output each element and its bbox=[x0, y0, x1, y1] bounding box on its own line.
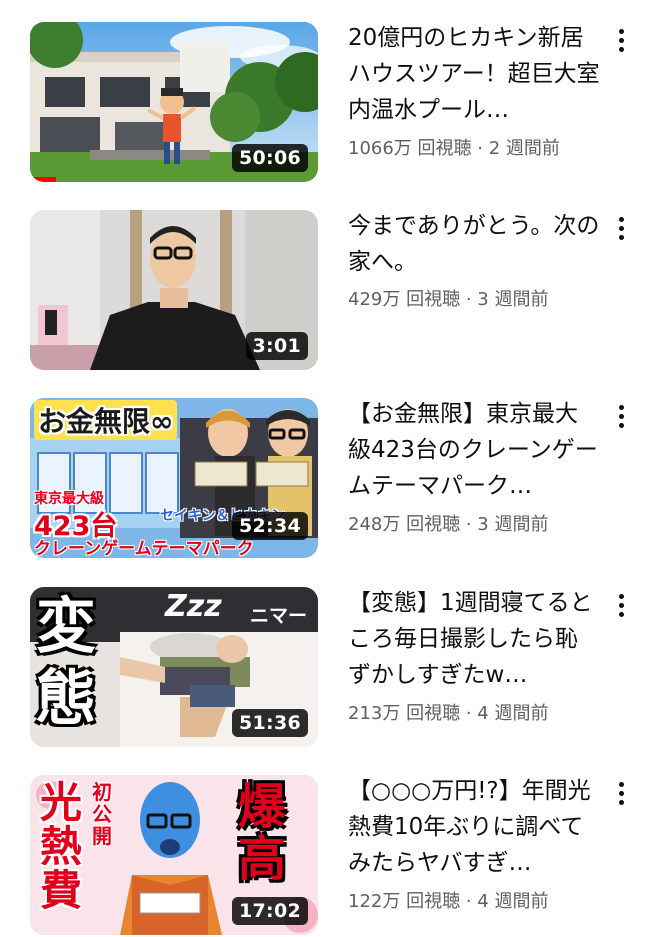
meta-separator: · bbox=[465, 514, 472, 535]
duration-badge: 17:02 bbox=[232, 897, 308, 925]
meta-separator: · bbox=[465, 891, 472, 912]
video-meta: 1066万 回視聴 · 2 週間前 bbox=[348, 134, 608, 160]
thumbnail-caption-right: 爆高 bbox=[238, 779, 287, 887]
more-vert-icon[interactable] bbox=[612, 402, 630, 432]
video-meta: 248万 回視聴 · 3 週間前 bbox=[348, 510, 608, 536]
more-vert-icon[interactable] bbox=[612, 214, 630, 244]
duration-badge: 52:34 bbox=[232, 512, 308, 540]
video-item[interactable]: お金無限∞ 東京最大級 423台 セイキン＆ヒカキン クレーンゲームテーマパーク… bbox=[0, 398, 650, 558]
video-list: 50:06 20億円のヒカキン新居ハウスツアー！超巨大室内温水プール… 1066… bbox=[0, 0, 650, 937]
video-title[interactable]: 【○○○万円!?】年間光熱費10年ぶりに調べてみたらヤバすぎ… bbox=[348, 773, 600, 881]
upload-age: 3 週間前 bbox=[477, 514, 549, 535]
thumbnail-caption-left: 光熱費 bbox=[40, 778, 83, 915]
more-vert-icon[interactable] bbox=[612, 26, 630, 56]
view-count: 122万 回視聴 bbox=[348, 891, 461, 912]
video-meta: 213万 回視聴 · 4 週間前 bbox=[348, 699, 608, 725]
video-thumbnail[interactable]: 3:01 bbox=[30, 210, 318, 370]
video-item[interactable]: 変 態 Zzz ニマー 51:36 【変態】1週間寝てるところ毎日撮影したら恥ず… bbox=[0, 587, 650, 747]
duration-badge: 50:06 bbox=[232, 144, 308, 172]
meta-separator: · bbox=[465, 703, 472, 724]
upload-age: 2 週間前 bbox=[488, 138, 560, 159]
video-meta: 429万 回視聴 · 3 週間前 bbox=[348, 285, 608, 311]
thumbnail-caption-zzz: Zzz bbox=[165, 589, 222, 624]
view-count: 1066万 回視聴 bbox=[348, 138, 472, 159]
thumbnail-caption-first: 初公開 bbox=[92, 780, 112, 848]
upload-age: 4 週間前 bbox=[477, 703, 549, 724]
thumbnail-caption-big2: 態 bbox=[36, 664, 96, 734]
video-title[interactable]: 【変態】1週間寝てるところ毎日撮影したら恥ずかしすぎたw… bbox=[348, 585, 600, 693]
view-count: 213万 回視聴 bbox=[348, 703, 461, 724]
video-thumbnail[interactable]: 光熱費 初公開 爆高 17:02 bbox=[30, 775, 318, 935]
meta-separator: · bbox=[465, 289, 472, 310]
video-title[interactable]: 【お金無限】東京最大級423台のクレーンゲームテーマパーク… bbox=[348, 396, 600, 504]
video-meta: 122万 回視聴 · 4 週間前 bbox=[348, 887, 608, 913]
video-thumbnail[interactable]: お金無限∞ 東京最大級 423台 セイキン＆ヒカキン クレーンゲームテーマパーク… bbox=[30, 398, 318, 558]
view-count: 429万 回視聴 bbox=[348, 289, 461, 310]
upload-age: 3 週間前 bbox=[477, 289, 549, 310]
watch-progress-bar bbox=[30, 177, 56, 182]
thumbnail-caption-top: お金無限∞ bbox=[34, 400, 178, 440]
upload-age: 4 週間前 bbox=[477, 891, 549, 912]
video-title[interactable]: 今までありがとう。次の家へ。 bbox=[348, 208, 600, 280]
duration-badge: 51:36 bbox=[232, 709, 308, 737]
video-thumbnail[interactable]: 50:06 bbox=[30, 22, 318, 182]
thumbnail-caption-big1: 変 bbox=[36, 592, 96, 662]
duration-badge: 3:01 bbox=[245, 332, 308, 360]
video-thumbnail[interactable]: 変 態 Zzz ニマー 51:36 bbox=[30, 587, 318, 747]
view-count: 248万 回視聴 bbox=[348, 514, 461, 535]
meta-separator: · bbox=[477, 138, 483, 159]
video-item[interactable]: 光熱費 初公開 爆高 17:02 【○○○万円!?】年間光熱費10年ぶりに調べて… bbox=[0, 775, 650, 935]
more-vert-icon[interactable] bbox=[612, 779, 630, 809]
video-item[interactable]: 3:01 今までありがとう。次の家へ。 429万 回視聴 · 3 週間前 bbox=[0, 210, 650, 370]
thumbnail-caption-bottom: クレーンゲームテーマパーク bbox=[34, 539, 254, 558]
video-title[interactable]: 20億円のヒカキン新居ハウスツアー！超巨大室内温水プール… bbox=[348, 20, 600, 128]
thumbnail-caption-nimar: ニマー bbox=[250, 605, 308, 627]
video-item[interactable]: 50:06 20億円のヒカキン新居ハウスツアー！超巨大室内温水プール… 1066… bbox=[0, 22, 650, 182]
more-vert-icon[interactable] bbox=[612, 591, 630, 621]
